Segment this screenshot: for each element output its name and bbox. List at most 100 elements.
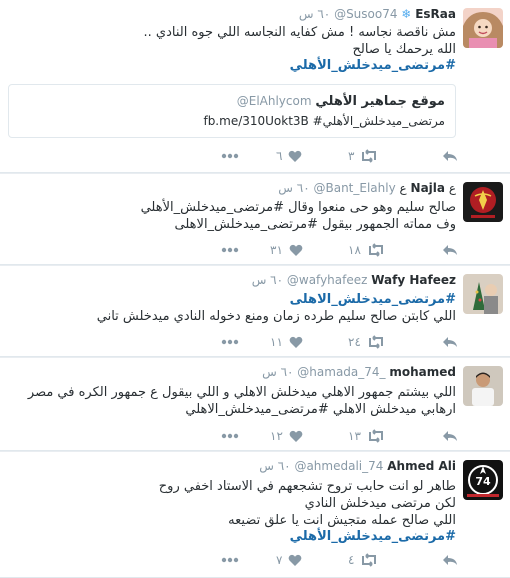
tweet-header: ٦٠ س @wafyhafeez Wafy Hafeez	[252, 272, 456, 288]
tweet-header: ٦٠ س @hamada_74_ mohamed	[262, 364, 456, 380]
card-title: موقع جماهير الأهلي	[315, 94, 445, 109]
tweet-header: ٦٠ س @ahmedali_74 Ahmed Ali	[259, 458, 456, 474]
card-handle: @ElAhlycom	[236, 94, 312, 108]
tweet-actions: ٤ ٧	[0, 552, 510, 568]
retweet-button[interactable]: ٢٤	[348, 334, 385, 350]
tweet-text-line: ارهابي ميدخلش الاهلي #مرتضى_ميدخلش_الاهل…	[185, 402, 456, 417]
retweet-icon	[362, 149, 377, 163]
avatar[interactable]	[463, 274, 503, 314]
tweet-name[interactable]: Najla	[411, 181, 445, 195]
reply-icon	[443, 245, 457, 255]
avatar[interactable]	[463, 182, 503, 222]
tweet-actions: ٣ ٦	[0, 148, 510, 164]
tweet-item[interactable]: 74 ٦٠ س @ahmedali_74 Ahmed Ali طاهر لو ا…	[0, 452, 510, 578]
reply-button[interactable]	[442, 428, 458, 444]
tweet-feed: ٦٠ س @Susoo74 ❄ EsRaa مش ناقصة نجاسه ! م…	[0, 0, 510, 578]
tweet-item[interactable]: ٦٠ س @hamada_74_ mohamed اللي بيشتم جمهو…	[0, 358, 510, 451]
like-count: ١١	[270, 335, 283, 349]
tweet-header: ٦٠ س @Bant_Elahly ع Najla ع	[278, 180, 456, 196]
tweet-time[interactable]: ٦٠ س	[299, 7, 330, 21]
retweet-icon	[368, 243, 383, 257]
retweet-button[interactable]: ١٨	[348, 242, 385, 258]
like-button[interactable]: ٣١	[270, 242, 303, 258]
like-icon	[289, 554, 302, 566]
like-button[interactable]: ٦	[276, 148, 302, 164]
like-icon	[289, 430, 303, 442]
retweet-icon	[362, 553, 377, 567]
reply-icon	[443, 151, 457, 161]
reply-icon	[443, 555, 457, 565]
reply-button[interactable]	[442, 552, 458, 568]
tweet-handle[interactable]: @Bant_Elahly	[313, 181, 395, 195]
retweet-count: ٢٤	[348, 335, 361, 349]
avatar[interactable]	[463, 366, 503, 406]
more-button[interactable]	[221, 148, 239, 164]
retweet-icon	[368, 335, 383, 349]
retweet-icon	[368, 429, 383, 443]
hashtag-link[interactable]: #مرتضى_ميدخلش_الأهلي	[290, 58, 456, 74]
tweet-header: ٦٠ س @Susoo74 ❄ EsRaa	[299, 6, 456, 22]
tweet-text-line: اللي صالح عمله متجيش انت يا علق تضيعه	[228, 513, 456, 528]
retweet-count: ٣	[348, 149, 355, 163]
tweet-text-line: صالح سليم وهو حى منعوا وقال #مرتضى_ميدخل…	[140, 200, 456, 215]
more-icon	[221, 339, 239, 345]
tweet-name[interactable]: Ahmed Ali	[387, 459, 456, 473]
like-button[interactable]: ١١	[270, 334, 303, 350]
tweet-actions: ١٣ ١٢	[0, 428, 510, 444]
tweet-name[interactable]: EsRaa	[415, 7, 456, 21]
hashtag-link[interactable]: #مرتضى_ميدخلش_الأهلي	[290, 529, 456, 545]
hashtag-link[interactable]: #مرتضى_ميدخلش_الاهلى	[290, 292, 456, 308]
reply-button[interactable]	[442, 242, 458, 258]
reply-button[interactable]	[442, 334, 458, 350]
tweet-time[interactable]: ٦٠ س	[262, 365, 293, 379]
tweet-name[interactable]: Wafy Hafeez	[371, 273, 456, 287]
like-button[interactable]: ١٢	[270, 428, 303, 444]
more-icon	[221, 433, 239, 439]
tweet-text-line: اللي بيشتم جمهور الاهلي ميدخلش الاهلي و …	[27, 385, 456, 400]
more-button[interactable]	[221, 334, 239, 350]
reply-button[interactable]	[442, 148, 458, 164]
tweet-time[interactable]: ٦٠ س	[259, 459, 290, 473]
reply-icon	[443, 431, 457, 441]
like-icon	[289, 244, 303, 256]
more-button[interactable]	[221, 428, 239, 444]
svg-text:74: 74	[475, 475, 491, 488]
retweet-count: ١٣	[348, 429, 361, 443]
tweet-time[interactable]: ٦٠ س	[278, 181, 309, 195]
retweet-button[interactable]: ٤	[348, 552, 378, 568]
more-button[interactable]	[221, 242, 239, 258]
tweet-handle[interactable]: @hamada_74_	[297, 365, 385, 379]
tweet-text-line: لكن مرتضى ميدخلش النادي	[304, 496, 456, 511]
like-count: ١٢	[270, 429, 283, 443]
card-header: @ElAhlycom موقع جماهير الأهلي	[237, 93, 445, 110]
avatar[interactable]	[463, 8, 503, 48]
like-button[interactable]: ٧	[276, 552, 302, 568]
like-count: ٦	[276, 149, 283, 163]
tweet-handle[interactable]: @wafyhafeez	[287, 273, 368, 287]
snowflake-icon: ❄	[401, 7, 412, 21]
tweet-time[interactable]: ٦٠ س	[252, 273, 283, 287]
retweet-button[interactable]: ٣	[348, 148, 378, 164]
more-icon	[221, 557, 239, 563]
tweet-actions: ٢٤ ١١	[0, 334, 510, 350]
tweet-item[interactable]: ٦٠ س @Bant_Elahly ع Najla ع صالح سليم وه…	[0, 174, 510, 265]
tweet-item[interactable]: ٦٠ س @wafyhafeez Wafy Hafeez #مرتضى_ميدخ…	[0, 266, 510, 357]
like-icon	[289, 336, 303, 348]
reply-icon	[443, 337, 457, 347]
more-icon	[221, 247, 239, 253]
avatar[interactable]: 74	[463, 460, 503, 500]
more-icon	[221, 153, 239, 159]
retweet-count: ١٨	[348, 243, 361, 257]
tweet-handle[interactable]: @ahmedali_74	[294, 459, 383, 473]
more-button[interactable]	[221, 552, 239, 568]
tweet-name[interactable]: mohamed	[389, 365, 456, 379]
tweet-handle[interactable]: @Susoo74	[334, 7, 397, 21]
tweet-item[interactable]: ٦٠ س @Susoo74 ❄ EsRaa مش ناقصة نجاسه ! م…	[0, 0, 510, 173]
card-text: fb.me/310Uokt3B #مرتضى_ميدخلش_الأهلي	[203, 114, 445, 128]
retweet-button[interactable]: ١٣	[348, 428, 385, 444]
tweet-text-line: طاهر لو انت حابب تروح تشجعهم في الاستاد …	[158, 479, 456, 494]
tweet-text-line: اللي كابتن صالح سليم طرده زمان ومنع دخول…	[96, 309, 456, 324]
quoted-tweet-card[interactable]: @ElAhlycom موقع جماهير الأهلي fb.me/310U…	[8, 84, 456, 138]
club-logo-icon: ع	[399, 181, 407, 195]
like-count: ٣١	[270, 243, 283, 257]
